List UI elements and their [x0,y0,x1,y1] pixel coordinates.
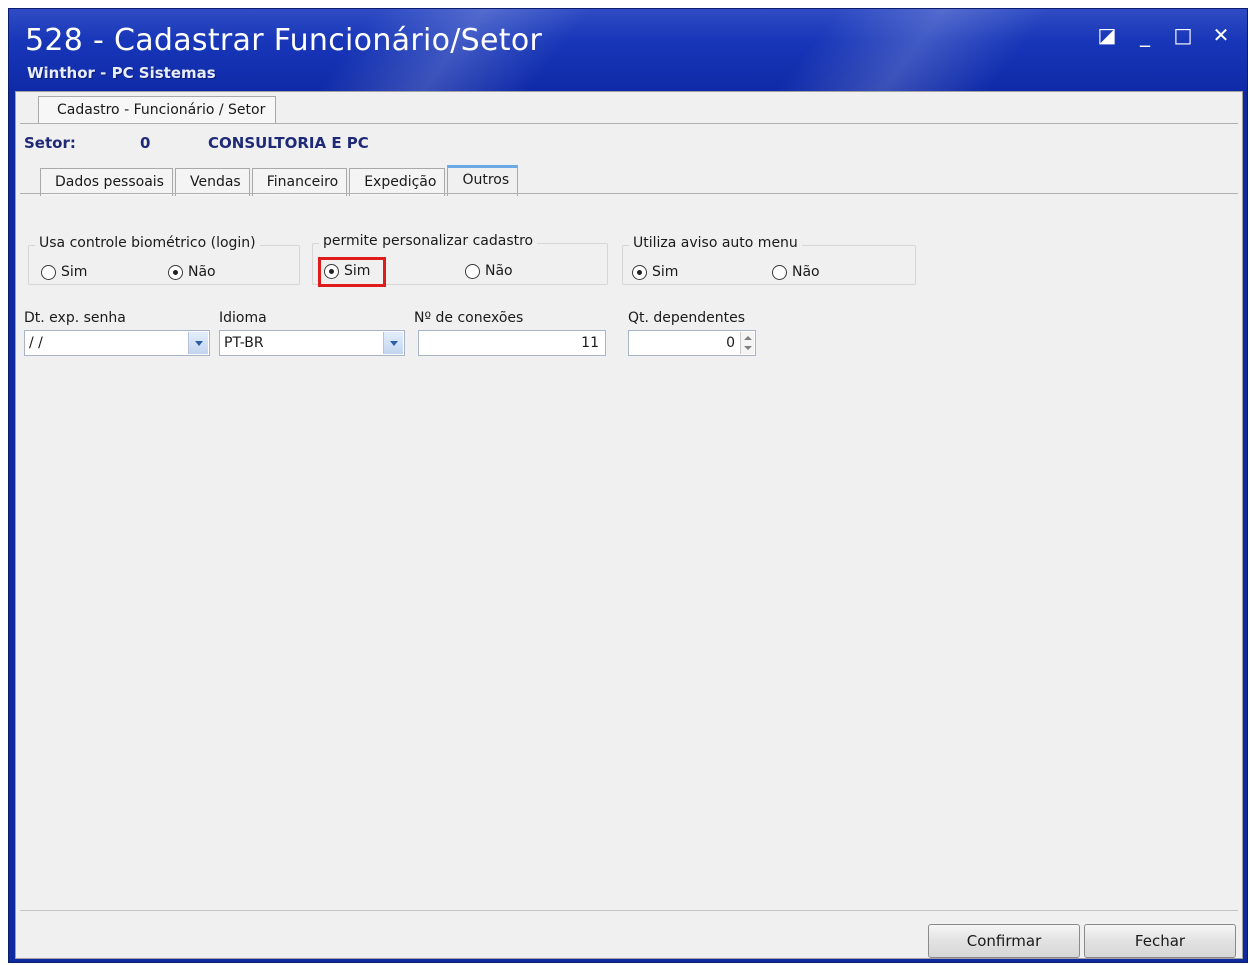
group-aviso-menu-title: Utiliza aviso auto menu [629,235,802,251]
radio-dot-selected [168,264,183,280]
radio-label: Não [485,263,513,279]
idioma-label: Idioma [219,310,267,326]
form-area: Cadastro - Funcionário / Setor Setor: 0 … [15,91,1243,959]
tab-strip: Dados pessoais Vendas Financeiro Expediç… [40,165,520,196]
group-personalizar-title: permite personalizar cadastro [319,233,538,249]
confirmar-button[interactable]: Confirmar [928,924,1080,958]
radio-personalizar-sim[interactable]: Sim [324,263,370,279]
setor-name: CONSULTORIA E PC [208,134,369,152]
dependentes-label: Qt. dependentes [628,310,746,326]
setor-code: 0 [140,134,151,152]
setor-label: Setor: [24,134,76,152]
fechar-button[interactable]: Fechar [1084,924,1236,958]
idioma-value: PT-BR [224,335,264,351]
radio-aviso-nao[interactable]: Não [772,264,820,280]
radio-dot-selected [324,263,339,279]
dt-exp-senha-label: Dt. exp. senha [24,310,126,326]
dt-exp-senha-value: / / [29,335,43,351]
title-bar[interactable]: 528 - Cadastrar Funcionário/Setor Wintho… [9,9,1247,91]
idioma-select[interactable]: PT-BR [219,330,405,356]
radio-personalizar-nao[interactable]: Não [465,263,513,279]
dependentes-value: 0 [726,335,735,351]
radio-biometrico-sim[interactable]: Sim [41,264,87,280]
group-biometrico-title: Usa controle biométrico (login) [35,235,260,251]
tab-expedicao[interactable]: Expedição [349,168,446,196]
radio-dot [772,264,787,280]
tab-outros[interactable]: Outros [447,165,519,196]
radio-biometrico-nao[interactable]: Não [168,264,216,280]
dependentes-stepper[interactable]: 0 [628,330,756,356]
restore-icon[interactable]: ◪ [1095,23,1119,47]
tab-vendas[interactable]: Vendas [174,168,250,196]
maximize-icon[interactable]: □ [1171,23,1195,47]
tab-dados-pessoais[interactable]: Dados pessoais [40,168,173,196]
radio-dot [465,263,480,279]
window-title: 528 - Cadastrar Funcionário/Setor [25,23,543,58]
window-subtitle: Winthor - PC Sistemas [27,64,216,82]
radio-dot [41,264,56,280]
radio-dot-selected [632,264,647,280]
conexoes-field[interactable]: 11 [418,330,606,356]
radio-label: Não [792,264,820,280]
radio-label: Sim [61,264,88,280]
chevron-down-icon[interactable] [383,332,403,354]
dt-exp-senha-field[interactable]: / / [24,330,210,356]
tab-cadastro[interactable]: Cadastro - Funcionário / Setor [38,96,277,124]
radio-label: Não [188,264,216,280]
close-icon[interactable]: ✕ [1209,23,1233,47]
spinner-icon[interactable] [740,332,754,354]
main-window: 528 - Cadastrar Funcionário/Setor Wintho… [8,8,1248,963]
radio-label: Sim [652,264,679,280]
radio-label: Sim [344,263,371,279]
minimize-icon[interactable]: _ [1133,23,1157,47]
tab-financeiro[interactable]: Financeiro [251,168,348,196]
chevron-down-icon[interactable] [188,332,208,354]
radio-aviso-sim[interactable]: Sim [632,264,678,280]
conexoes-label: Nº de conexões [414,310,524,326]
